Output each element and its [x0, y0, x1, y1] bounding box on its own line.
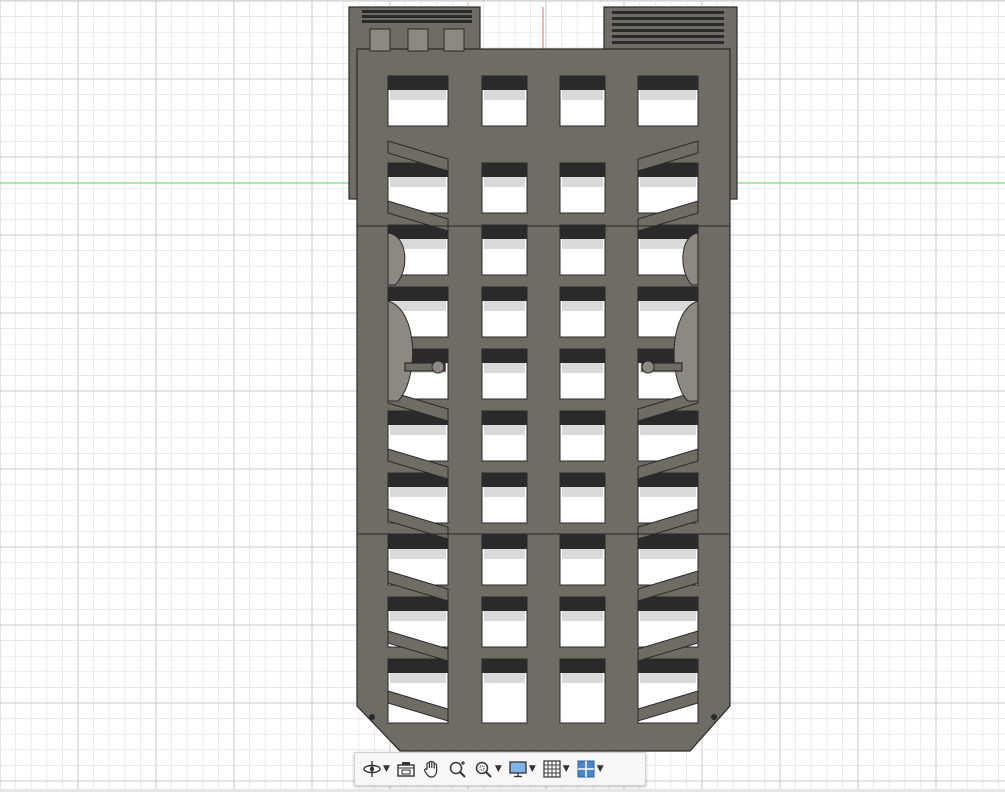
slot-shade: [640, 611, 696, 621]
slot-shade: [640, 177, 696, 187]
slot-shade: [484, 301, 525, 311]
slot-lip: [560, 163, 605, 177]
slot-shade: [390, 177, 446, 187]
slot-shade: [390, 90, 446, 100]
slot-lip: [482, 76, 527, 90]
slot-lip: [560, 597, 605, 611]
slot-shade: [640, 90, 696, 100]
slot-lip: [482, 349, 527, 363]
slot-lip: [482, 411, 527, 425]
zoom-tool[interactable]: [445, 754, 471, 784]
slot-shade: [640, 673, 696, 683]
slot-shade: [562, 90, 603, 100]
slot-shade: [562, 177, 603, 187]
orbit-icon: [363, 761, 381, 777]
slot-lip: [388, 287, 448, 301]
display-settings-icon: [509, 761, 527, 778]
slot-shade: [390, 425, 446, 435]
slot-shade: [484, 487, 525, 497]
slot-lip: [482, 597, 527, 611]
pan-hand-icon: [423, 760, 438, 778]
slot-lip: [638, 76, 698, 90]
hinge-tabs: [369, 28, 465, 52]
look-at-icon: [397, 762, 415, 777]
slot-lip: [388, 659, 448, 673]
slot-lip: [638, 535, 698, 549]
navigation-toolbar: ▼ ▼ ▼ ▼ ▼: [354, 752, 646, 786]
bolt-hole-left: [369, 714, 375, 720]
slot-lip: [638, 597, 698, 611]
orbit-tool[interactable]: ▼: [359, 754, 393, 784]
slot-lip: [482, 287, 527, 301]
slot-shade: [390, 487, 446, 497]
3d-model-frame[interactable]: [348, 6, 738, 752]
fit-tool[interactable]: ▼: [471, 754, 505, 784]
slot-lip: [560, 349, 605, 363]
slot-lip: [560, 287, 605, 301]
slot-lip: [560, 473, 605, 487]
look-at-tool[interactable]: [393, 754, 419, 784]
design-canvas[interactable]: [0, 1, 1005, 792]
display-settings-tool[interactable]: ▼: [505, 754, 539, 784]
slot-shade: [562, 549, 603, 559]
zoom-icon: [449, 761, 466, 778]
slot-lip: [560, 411, 605, 425]
bolt-hole-right: [711, 714, 717, 720]
slot-shade: [390, 549, 446, 559]
slot-shade: [640, 549, 696, 559]
slot-shade: [562, 487, 603, 497]
slot-lip: [560, 76, 605, 90]
slot-shade: [640, 425, 696, 435]
slot-shade: [484, 549, 525, 559]
fit-window-icon: [475, 761, 492, 778]
slot-shade: [484, 425, 525, 435]
slot-shade: [484, 611, 525, 621]
chevron-down-icon: ▼: [383, 763, 390, 774]
slot-shade: [640, 487, 696, 497]
slot-shade: [390, 611, 446, 621]
slot-shade: [484, 673, 525, 683]
slot-shade: [562, 239, 603, 249]
chevron-down-icon: ▼: [494, 763, 502, 774]
slot-lip: [560, 225, 605, 239]
slot-shade: [484, 177, 525, 187]
slot-shade: [390, 673, 446, 683]
slot-lip: [388, 76, 448, 90]
slot-lip: [638, 287, 698, 301]
slot-lip: [482, 473, 527, 487]
slot-lip: [560, 659, 605, 673]
slot-shade: [562, 673, 603, 683]
chevron-down-icon: ▼: [562, 763, 570, 774]
viewports-tool[interactable]: ▼: [573, 754, 607, 784]
slot-shade: [562, 301, 603, 311]
slot-shade: [484, 90, 525, 100]
pan-tool[interactable]: [419, 754, 445, 784]
slot-shade: [562, 363, 603, 373]
slot-lip: [482, 225, 527, 239]
grid-icon: [543, 760, 561, 778]
top-left-vents: [362, 10, 472, 23]
slot-shade: [562, 425, 603, 435]
slot-lip: [482, 163, 527, 177]
grid-snaps-tool[interactable]: ▼: [539, 754, 573, 784]
slot-shade: [484, 363, 525, 373]
slot-lip: [388, 597, 448, 611]
canvas-viewport[interactable]: ▼ ▼ ▼ ▼ ▼: [0, 0, 1005, 792]
slot-lip: [638, 659, 698, 673]
slot-shade: [562, 611, 603, 621]
chevron-down-icon: ▼: [596, 763, 604, 774]
slot-lip: [388, 535, 448, 549]
slot-shade: [484, 239, 525, 249]
slot-lip: [560, 535, 605, 549]
slot-lip: [482, 659, 527, 673]
chevron-down-icon: ▼: [528, 763, 536, 774]
viewports-icon: [577, 760, 595, 778]
slot-lip: [482, 535, 527, 549]
